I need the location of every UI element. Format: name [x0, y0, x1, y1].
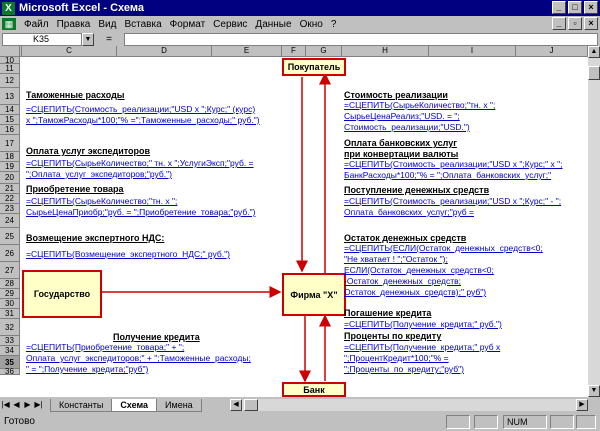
- buyer-box[interactable]: Покупатель: [282, 58, 346, 76]
- scroll-down-icon[interactable]: ▼: [588, 385, 600, 397]
- formula-input[interactable]: [124, 32, 598, 46]
- scroll-right-icon[interactable]: ▶: [576, 399, 588, 411]
- menu-edit[interactable]: Правка: [53, 19, 95, 30]
- name-box[interactable]: K35: [2, 32, 82, 46]
- excel-app-icon[interactable]: X: [2, 1, 15, 15]
- horizontal-scroll-thumb[interactable]: [244, 399, 258, 411]
- menu-bar: ▦ Файл Правка Вид Вставка Формат Сервис …: [0, 16, 600, 32]
- sales-value-formula-3[interactable]: Стоимость_реализации;"USD."): [344, 122, 470, 133]
- status-indicator-3: [550, 415, 574, 429]
- cash-balance-label[interactable]: Остаток денежных средств: [344, 233, 466, 243]
- goods-purchase-formula-2[interactable]: СырьеЦенаПриобр;"руб. = ";Приобретение_т…: [26, 207, 255, 218]
- vat-refund-formula[interactable]: =СЦЕПИТЬ(Возмещение_экспертного_НДС;" ру…: [26, 249, 230, 260]
- status-indicator-1: [446, 415, 470, 429]
- cash-inflow-formula-1[interactable]: =СЦЕПИТЬ(Стоимость_реализации;"USD x ";К…: [344, 196, 561, 207]
- status-text: Готово: [4, 416, 35, 427]
- vertical-scroll-thumb[interactable]: [588, 66, 600, 80]
- firm-box[interactable]: Фирма "X": [282, 273, 346, 316]
- cash-balance-formula-2[interactable]: "Не хватает ! ";"Остаток ");: [344, 254, 448, 265]
- tab-first-icon[interactable]: |◀: [0, 399, 11, 411]
- cash-balance-formula-4[interactable]: -Остаток_денежных_средств;: [344, 276, 461, 287]
- state-box[interactable]: Государство: [22, 270, 102, 318]
- status-indicator-4: [576, 415, 596, 429]
- status-bar: Готово NUM: [0, 413, 600, 431]
- menu-window[interactable]: Окно: [296, 19, 327, 30]
- goods-purchase-label[interactable]: Приобретение товара: [26, 184, 124, 194]
- sales-value-formula-1[interactable]: =СЦЕПИТЬ(СырьеКоличество;"тн. x ";: [344, 100, 495, 111]
- window-title: Microsoft Excel - Схема: [19, 2, 144, 14]
- num-lock-indicator: NUM: [503, 415, 547, 429]
- bank-fees-formula-2[interactable]: БанкРасходы*100;"% = ";Оплата_банковских…: [344, 170, 551, 181]
- expeditors-formula-1[interactable]: =СЦЕПИТЬ(СырьеКоличество;" тн. x ";Услуг…: [26, 158, 254, 169]
- loan-interest-formula-1[interactable]: =СЦЕПИТЬ(Получение_кредита;" руб x: [344, 342, 500, 353]
- expeditors-formula-2[interactable]: ";Оплата_услуг_экспедиторов;"руб."): [26, 169, 172, 180]
- sales-value-formula-2[interactable]: СырьеЦенаРеализ;"USD. = ";: [344, 111, 460, 122]
- loan-repayment-label[interactable]: Погашение кредита: [344, 308, 431, 318]
- customs-formula-2[interactable]: x ";ТаможРасходы*100;"% =";Таможенные_ра…: [26, 115, 260, 126]
- horizontal-scrollbar[interactable]: ◀ ▶: [230, 399, 588, 411]
- vat-refund-label[interactable]: Возмещение экспертного НДС:: [26, 233, 164, 243]
- loan-repayment-formula[interactable]: =СЦЕПИТЬ(Получение_кредита;" руб."): [344, 319, 502, 330]
- cash-balance-formula-3[interactable]: ЕСЛИ(Остаток_денежных_средств<0;: [344, 265, 494, 276]
- sales-value-label[interactable]: Стоимость реализации: [344, 90, 448, 100]
- credit-receipt-formula-2[interactable]: Оплата_услуг_экспедиторов;" + ";Таможенн…: [26, 353, 251, 364]
- loan-interest-formula-3[interactable]: ";Проценты_по_кредиту;"руб"): [344, 364, 464, 375]
- tab-prev-icon[interactable]: ◀: [11, 399, 22, 411]
- minimize-button[interactable]: _: [552, 1, 566, 14]
- status-indicator-2: [474, 415, 498, 429]
- tab-schema[interactable]: Схема: [111, 398, 158, 412]
- scroll-left-icon[interactable]: ◀: [230, 399, 242, 411]
- credit-receipt-label[interactable]: Получение кредита: [113, 332, 200, 342]
- credit-receipt-formula-3[interactable]: " = ";Получение_кредита;"руб"): [26, 364, 148, 375]
- doc-minimize-button[interactable]: _: [552, 17, 566, 30]
- scroll-up-icon[interactable]: ▲: [588, 46, 600, 58]
- goods-purchase-formula-1[interactable]: =СЦЕПИТЬ(СырьеКоличество;"тн. x ";: [26, 196, 177, 207]
- menu-help[interactable]: ?: [327, 19, 341, 30]
- menu-tools[interactable]: Сервис: [209, 19, 251, 30]
- menu-file[interactable]: Файл: [20, 19, 53, 30]
- tab-names[interactable]: Имена: [156, 398, 202, 412]
- loan-interest-formula-2[interactable]: ";ПроцентКредит*100;"% =: [344, 353, 449, 364]
- workbook-icon[interactable]: ▦: [2, 18, 16, 30]
- bank-fees-formula-1[interactable]: =СЦЕПИТЬ(Стоимость_реализации;"USD x ";К…: [344, 159, 563, 170]
- menu-insert[interactable]: Вставка: [120, 19, 165, 30]
- cash-balance-formula-1[interactable]: =СЦЕПИТЬ(ЕСЛИ(Остаток_денежных_средств<0…: [344, 243, 543, 254]
- menu-format[interactable]: Формат: [166, 19, 210, 30]
- bank-box[interactable]: Банк: [282, 382, 346, 397]
- tab-constants[interactable]: Константы: [50, 398, 113, 412]
- cash-inflow-label[interactable]: Поступление денежных средств: [344, 185, 489, 195]
- tab-last-icon[interactable]: ▶|: [33, 399, 44, 411]
- bank-fees-label-1[interactable]: Оплата банковских услуг: [344, 138, 457, 148]
- vertical-scrollbar[interactable]: ▲ ▼: [588, 46, 600, 397]
- title-bar: X Microsoft Excel - Схема _ □ ×: [0, 0, 600, 16]
- menu-data[interactable]: Данные: [251, 19, 295, 30]
- customs-formula-1[interactable]: =СЦЕПИТЬ(Стоимость_реализации;"USD x ";К…: [26, 104, 255, 115]
- formula-bar: K35 ▼ =: [0, 32, 600, 46]
- doc-close-button[interactable]: ×: [584, 17, 598, 30]
- cash-inflow-formula-2[interactable]: Оплата_банковских_услуг;"руб =: [344, 207, 474, 218]
- loan-interest-label[interactable]: Проценты по кредиту: [344, 331, 441, 341]
- menu-view[interactable]: Вид: [94, 19, 120, 30]
- credit-receipt-formula-1[interactable]: =СЦЕПИТЬ(Приобретение_товара;" + ";: [26, 342, 184, 353]
- bank-fees-label-2[interactable]: при конвертации валюты: [344, 149, 458, 159]
- name-box-dropdown-icon[interactable]: ▼: [82, 32, 94, 46]
- tab-next-icon[interactable]: ▶: [22, 399, 33, 411]
- close-button[interactable]: ×: [584, 1, 598, 14]
- expeditors-label[interactable]: Оплата услуг экспедиторов: [26, 146, 150, 156]
- worksheet[interactable]: C D E F G H I J 10 11 12 13 14 15 16 17 18 19 20 21…: [0, 46, 588, 397]
- maximize-button[interactable]: □: [568, 1, 582, 14]
- formula-equals-label: =: [106, 33, 112, 45]
- customs-label[interactable]: Таможенные расходы: [26, 90, 124, 100]
- doc-restore-button[interactable]: ▫: [568, 17, 582, 30]
- cash-balance-formula-5[interactable]: Остаток_денежных_средств);" руб"): [344, 287, 486, 298]
